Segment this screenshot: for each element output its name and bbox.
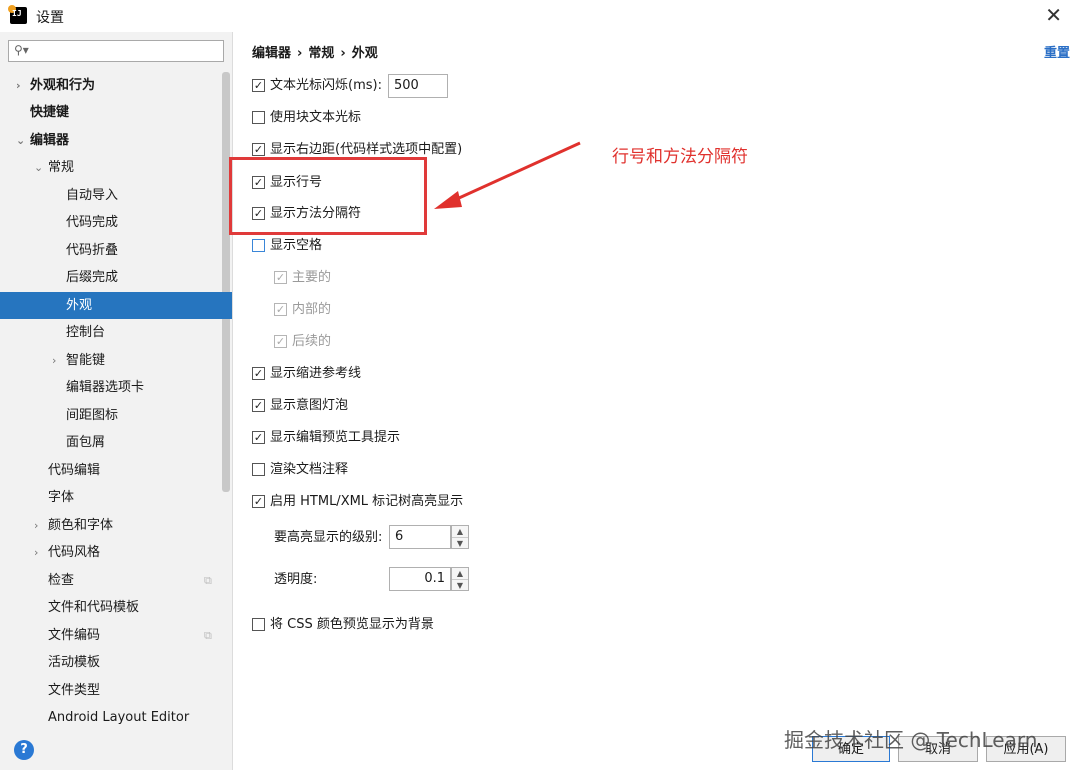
tree-item-auto-import[interactable]: 自动导入 (0, 182, 232, 209)
inner-checkbox: ✓ (274, 303, 287, 316)
breadcrumb: 编辑器 › 常规 › 外观 (252, 46, 378, 61)
annotation-text: 行号和方法分隔符 (612, 147, 748, 167)
right-margin-checkbox[interactable]: ✓ (252, 143, 265, 156)
tree-item-gutter-icons[interactable]: 间距图标 (0, 402, 232, 429)
tree-item-code-editing[interactable]: 代码编辑 (0, 457, 232, 484)
highlight-level-stepper[interactable]: ▲ ▼ (451, 525, 469, 549)
highlight-level-input[interactable]: 6 (389, 525, 451, 549)
tree-item-console[interactable]: 控制台 (0, 319, 232, 346)
annotation-arrow-icon (434, 141, 581, 209)
tree-item-font[interactable]: 字体 (0, 484, 232, 511)
caret-blink-input[interactable]: 500 (388, 74, 448, 98)
tree-item-editor[interactable]: ⌄ 编辑器 (0, 127, 232, 154)
search-icon: ⚲▾ (14, 43, 29, 57)
close-icon[interactable]: ✕ (1045, 3, 1062, 27)
caret-blink-checkbox[interactable]: ✓ (252, 79, 265, 92)
opacity-stepper[interactable]: ▲ ▼ (451, 567, 469, 591)
tree-item-file-encodings[interactable]: 文件编码 ⧉ (0, 622, 232, 649)
project-scope-icon: ⧉ (204, 574, 212, 587)
intention-bulb-checkbox[interactable]: ✓ (252, 399, 265, 412)
tree-item-live-templates[interactable]: 活动模板 (0, 649, 232, 676)
tree-item-file-templates[interactable]: 文件和代码模板 (0, 594, 232, 621)
search-input[interactable]: ⚲▾ (8, 40, 224, 62)
tree-item-inspections[interactable]: 检查 ⧉ (0, 567, 232, 594)
tree-item-android-layout-editor[interactable]: Android Layout Editor (0, 704, 232, 731)
tree-item-code-completion[interactable]: 代码完成 (0, 209, 232, 236)
opacity-input[interactable]: 0.1 (389, 567, 451, 591)
indent-guides-checkbox[interactable]: ✓ (252, 367, 265, 380)
html-xml-highlight-checkbox[interactable]: ✓ (252, 495, 265, 508)
tree-item-breadcrumbs[interactable]: 面包屑 (0, 429, 232, 456)
opacity-label: 透明度: (274, 572, 318, 587)
title-bar: 设置 ✕ (0, 0, 1080, 32)
project-scope-icon: ⧉ (204, 629, 212, 642)
tree-item-color-scheme[interactable]: › 颜色和字体 (0, 512, 232, 539)
settings-sidebar: ⚲▾ › 外观和行为 快捷键 ⌄ 编辑器 ⌄ 常规 自动导入 代码完成 代码折叠 后缀… (0, 32, 233, 770)
reset-link[interactable]: 重置 (1044, 42, 1070, 61)
render-docs-checkbox[interactable] (252, 463, 265, 476)
tree-item-postfix-completion[interactable]: 后缀完成 (0, 264, 232, 291)
whitespace-checkbox[interactable] (252, 239, 265, 252)
tree-item-smart-keys[interactable]: › 智能键 (0, 347, 232, 374)
tree-item-appearance-behavior[interactable]: › 外观和行为 (0, 72, 232, 99)
help-icon[interactable]: ? (14, 740, 34, 760)
tree-item-code-folding[interactable]: 代码折叠 (0, 237, 232, 264)
block-caret-checkbox[interactable] (252, 111, 265, 124)
css-color-checkbox[interactable] (252, 618, 265, 631)
preview-tooltip-checkbox[interactable]: ✓ (252, 431, 265, 444)
highlight-box (229, 157, 427, 235)
highlight-level-label: 要高亮显示的级别: (274, 530, 383, 545)
leading-checkbox: ✓ (274, 271, 287, 284)
watermark: 掘金技术社区 @ TechLearn (784, 728, 1038, 752)
window-title: 设置 (36, 10, 64, 26)
tree-item-general[interactable]: ⌄ 常规 (0, 154, 232, 181)
tree-item-file-types[interactable]: 文件类型 (0, 677, 232, 704)
intellij-logo-icon (8, 5, 27, 24)
tree-item-keymap[interactable]: 快捷键 (0, 99, 232, 126)
tree-item-editor-tabs[interactable]: 编辑器选项卡 (0, 374, 232, 401)
tree-item-code-style[interactable]: › 代码风格 (0, 539, 232, 566)
trailing-checkbox: ✓ (274, 335, 287, 348)
tree-item-appearance[interactable]: 外观 (0, 292, 232, 319)
